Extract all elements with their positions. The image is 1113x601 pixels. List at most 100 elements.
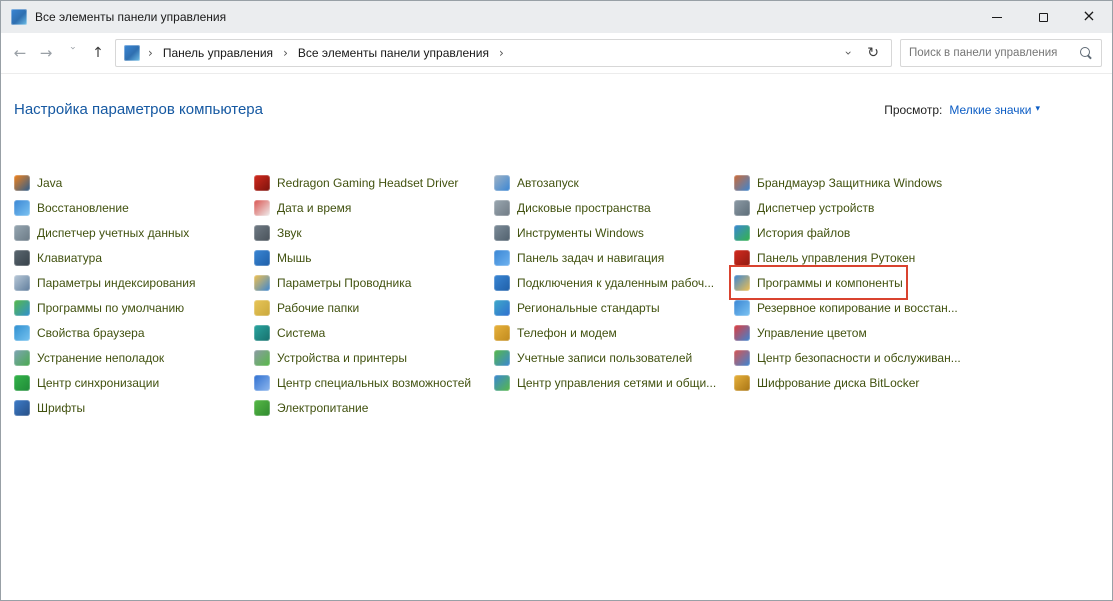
recovery-icon (14, 200, 30, 216)
control-panel-item[interactable]: Подключения к удаленным рабоч... (494, 270, 714, 295)
item-label: Параметры индексирования (37, 276, 195, 290)
item-label: Инструменты Windows (517, 226, 644, 240)
control-panel-item[interactable]: Брандмауэр Защитника Windows (734, 170, 942, 195)
item-label: Региональные стандарты (517, 301, 660, 315)
control-panel-item[interactable]: Центр синхронизации (14, 370, 159, 395)
item-label: Звук (277, 226, 302, 240)
control-panel-item[interactable]: Учетные записи пользователей (494, 345, 692, 370)
programs-features-icon (734, 275, 750, 291)
item-label: Java (37, 176, 62, 190)
control-panel-small-icon (124, 45, 140, 61)
item-label: Клавиатура (37, 251, 102, 265)
control-panel-item[interactable]: Рабочие папки (254, 295, 359, 320)
control-panel-item[interactable]: Java (14, 170, 62, 195)
control-panel-item[interactable]: Параметры Проводника (254, 270, 411, 295)
control-panel-item[interactable]: Региональные стандарты (494, 295, 660, 320)
maximize-button[interactable] (1020, 1, 1066, 33)
control-panel-item[interactable]: Диспетчер учетных данных (14, 220, 189, 245)
control-panel-item[interactable]: Электропитание (254, 395, 368, 420)
forward-button[interactable]: → (33, 39, 59, 67)
view-mode-dropdown[interactable]: Мелкие значки ▾ (949, 103, 1040, 117)
java-icon (14, 175, 30, 191)
address-bar[interactable]: › Панель управления › Все элементы панел… (115, 39, 892, 67)
item-label: Телефон и модем (517, 326, 617, 340)
control-panel-item[interactable]: Программы по умолчанию (14, 295, 184, 320)
close-icon (1082, 8, 1095, 26)
search-box[interactable] (900, 39, 1102, 67)
control-panel-item[interactable]: Телефон и модем (494, 320, 617, 345)
search-icon[interactable] (1079, 46, 1093, 60)
items-column-3: Автозапуск Дисковые пространства Инструм… (494, 170, 734, 395)
control-panel-item[interactable]: Шрифты (14, 395, 85, 420)
up-button[interactable]: ↑ (85, 39, 111, 67)
control-panel-item[interactable]: Параметры индексирования (14, 270, 195, 295)
backup-restore-icon (734, 300, 750, 316)
control-panel-item[interactable]: Устранение неполадок (14, 345, 164, 370)
taskbar-icon (494, 250, 510, 266)
control-panel-item[interactable]: Дисковые пространства (494, 195, 651, 220)
work-folders-icon (254, 300, 270, 316)
phone-modem-icon (494, 325, 510, 341)
fonts-icon (14, 400, 30, 416)
sync-center-icon (14, 375, 30, 391)
view-mode-value: Мелкие значки (949, 103, 1031, 117)
control-panel-item[interactable]: Звук (254, 220, 302, 245)
control-panel-window: Все элементы панели управления ← → › ↑ ›… (0, 0, 1113, 601)
address-dropdown-icon[interactable]: › (843, 49, 855, 58)
date-time-icon (254, 200, 270, 216)
control-panel-item[interactable]: Центр безопасности и обслуживан... (734, 345, 961, 370)
control-panel-item[interactable]: Панель задач и навигация (494, 245, 664, 270)
breadcrumb-all-items[interactable]: Все элементы панели управления (292, 42, 495, 64)
control-panel-item[interactable]: Инструменты Windows (494, 220, 644, 245)
back-button[interactable]: ← (7, 39, 33, 67)
search-input[interactable] (909, 47, 1079, 59)
close-button[interactable] (1066, 1, 1112, 33)
breadcrumb-control-panel[interactable]: Панель управления (157, 42, 279, 64)
control-panel-item[interactable]: Центр управления сетями и общи... (494, 370, 716, 395)
item-label: Подключения к удаленным рабоч... (517, 276, 714, 290)
control-panel-item[interactable]: Восстановление (14, 195, 129, 220)
control-panel-item[interactable]: Устройства и принтеры (254, 345, 407, 370)
item-label: Программы по умолчанию (37, 301, 184, 315)
control-panel-item[interactable]: Redragon Gaming Headset Driver (254, 170, 458, 195)
page-title: Настройка параметров компьютера (14, 101, 263, 118)
color-management-icon (734, 325, 750, 341)
security-maintenance-icon (734, 350, 750, 366)
control-panel-item[interactable]: Управление цветом (734, 320, 867, 345)
control-panel-item[interactable]: Клавиатура (14, 245, 102, 270)
rutoken-icon (734, 250, 750, 266)
control-panel-item[interactable]: Автозапуск (494, 170, 579, 195)
device-manager-icon (734, 200, 750, 216)
minimize-button[interactable] (974, 1, 1020, 33)
titlebar: Все элементы панели управления (1, 1, 1112, 33)
items-column-4: Брандмауэр Защитника Windows Диспетчер у… (734, 170, 974, 395)
items-grid: Java Восстановление Диспетчер учетных да… (14, 170, 1112, 420)
control-panel-item[interactable]: Центр специальных возможностей (254, 370, 471, 395)
window-title: Все элементы панели управления (35, 10, 226, 24)
control-panel-item[interactable]: Система (254, 320, 325, 345)
control-panel-item[interactable]: Панель управления Рутокен (734, 245, 915, 270)
control-panel-item[interactable]: Мышь (254, 245, 312, 270)
item-label: Redragon Gaming Headset Driver (277, 176, 458, 190)
control-panel-item[interactable]: Дата и время (254, 195, 351, 220)
item-label: Параметры Проводника (277, 276, 411, 290)
item-label: Диспетчер учетных данных (37, 226, 189, 240)
user-accounts-icon (494, 350, 510, 366)
mouse-icon (254, 250, 270, 266)
control-panel-item[interactable]: Диспетчер устройств (734, 195, 874, 220)
item-label: Устройства и принтеры (277, 351, 407, 365)
item-label: Дисковые пространства (517, 201, 651, 215)
item-label: Шифрование диска BitLocker (757, 376, 919, 390)
item-label: Рабочие папки (277, 301, 359, 315)
control-panel-item[interactable]: Программы и компоненты (734, 270, 903, 295)
control-panel-item[interactable]: Шифрование диска BitLocker (734, 370, 919, 395)
item-label: Устранение неполадок (37, 351, 164, 365)
control-panel-item[interactable]: Свойства браузера (14, 320, 145, 345)
refresh-icon[interactable]: ↻ (865, 46, 885, 60)
control-panel-item[interactable]: История файлов (734, 220, 850, 245)
recent-locations-button[interactable]: › (59, 39, 85, 67)
control-panel-item[interactable]: Резервное копирование и восстан... (734, 295, 958, 320)
credential-manager-icon (14, 225, 30, 241)
internet-options-icon (14, 325, 30, 341)
windows-tools-icon (494, 225, 510, 241)
